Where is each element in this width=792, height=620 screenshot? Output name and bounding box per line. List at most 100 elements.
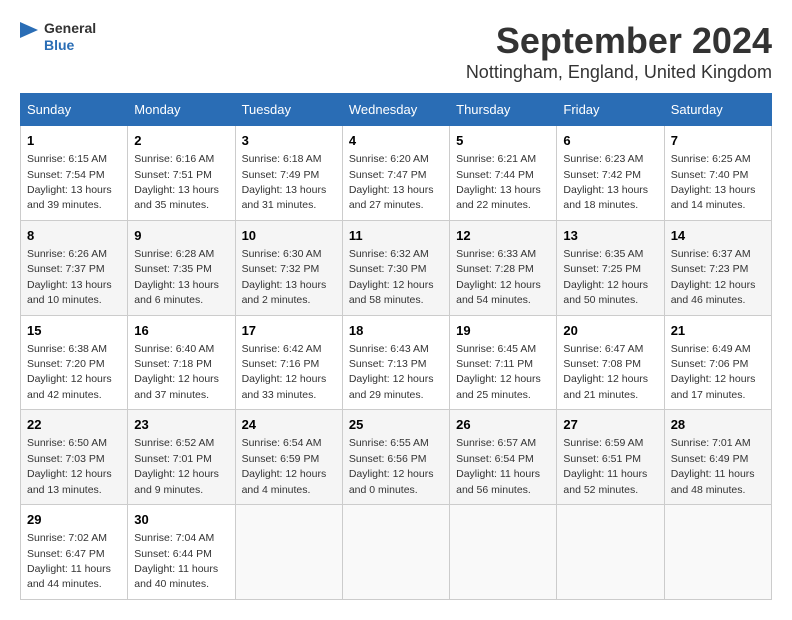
calendar-day-cell: 20 Sunrise: 6:47 AMSunset: 7:08 PMDaylig… — [557, 315, 664, 410]
calendar-day-cell: 7 Sunrise: 6:25 AMSunset: 7:40 PMDayligh… — [664, 126, 771, 221]
calendar-day-cell: 2 Sunrise: 6:16 AMSunset: 7:51 PMDayligh… — [128, 126, 235, 221]
logo-container: General Blue — [20, 20, 96, 54]
calendar-day-cell: 4 Sunrise: 6:20 AMSunset: 7:47 PMDayligh… — [342, 126, 449, 221]
calendar-day-cell — [342, 505, 449, 600]
sunrise-text: Sunrise: 6:30 AMSunset: 7:32 PMDaylight:… — [242, 248, 327, 306]
sunrise-text: Sunrise: 6:54 AMSunset: 6:59 PMDaylight:… — [242, 437, 327, 495]
weekday-header-row: SundayMondayTuesdayWednesdayThursdayFrid… — [21, 94, 772, 126]
weekday-header: Monday — [128, 94, 235, 126]
day-number: 23 — [134, 416, 228, 434]
day-number: 16 — [134, 322, 228, 340]
calendar-day-cell: 6 Sunrise: 6:23 AMSunset: 7:42 PMDayligh… — [557, 126, 664, 221]
day-number: 6 — [563, 132, 657, 150]
day-number: 19 — [456, 322, 550, 340]
calendar-day-cell: 14 Sunrise: 6:37 AMSunset: 7:23 PMDaylig… — [664, 220, 771, 315]
sunrise-text: Sunrise: 6:23 AMSunset: 7:42 PMDaylight:… — [563, 153, 648, 211]
sunrise-text: Sunrise: 6:45 AMSunset: 7:11 PMDaylight:… — [456, 343, 541, 401]
calendar-day-cell — [235, 505, 342, 600]
calendar-day-cell: 25 Sunrise: 6:55 AMSunset: 6:56 PMDaylig… — [342, 410, 449, 505]
day-number: 1 — [27, 132, 121, 150]
weekday-header: Sunday — [21, 94, 128, 126]
calendar-week-row: 15 Sunrise: 6:38 AMSunset: 7:20 PMDaylig… — [21, 315, 772, 410]
weekday-header: Saturday — [664, 94, 771, 126]
day-number: 27 — [563, 416, 657, 434]
calendar-day-cell: 24 Sunrise: 6:54 AMSunset: 6:59 PMDaylig… — [235, 410, 342, 505]
calendar-week-row: 8 Sunrise: 6:26 AMSunset: 7:37 PMDayligh… — [21, 220, 772, 315]
sunrise-text: Sunrise: 6:21 AMSunset: 7:44 PMDaylight:… — [456, 153, 541, 211]
day-number: 25 — [349, 416, 443, 434]
day-number: 30 — [134, 511, 228, 529]
day-number: 8 — [27, 227, 121, 245]
sunrise-text: Sunrise: 6:25 AMSunset: 7:40 PMDaylight:… — [671, 153, 756, 211]
logo-blue: Blue — [44, 37, 96, 54]
calendar-day-cell: 29 Sunrise: 7:02 AMSunset: 6:47 PMDaylig… — [21, 505, 128, 600]
calendar-week-row: 22 Sunrise: 6:50 AMSunset: 7:03 PMDaylig… — [21, 410, 772, 505]
day-number: 7 — [671, 132, 765, 150]
day-number: 14 — [671, 227, 765, 245]
calendar-day-cell: 30 Sunrise: 7:04 AMSunset: 6:44 PMDaylig… — [128, 505, 235, 600]
day-number: 2 — [134, 132, 228, 150]
sunrise-text: Sunrise: 7:02 AMSunset: 6:47 PMDaylight:… — [27, 532, 111, 590]
calendar-day-cell: 16 Sunrise: 6:40 AMSunset: 7:18 PMDaylig… — [128, 315, 235, 410]
calendar-subtitle: Nottingham, England, United Kingdom — [466, 62, 772, 83]
sunrise-text: Sunrise: 6:28 AMSunset: 7:35 PMDaylight:… — [134, 248, 219, 306]
sunrise-text: Sunrise: 6:32 AMSunset: 7:30 PMDaylight:… — [349, 248, 434, 306]
sunrise-text: Sunrise: 6:57 AMSunset: 6:54 PMDaylight:… — [456, 437, 540, 495]
sunrise-text: Sunrise: 6:38 AMSunset: 7:20 PMDaylight:… — [27, 343, 112, 401]
calendar-day-cell: 27 Sunrise: 6:59 AMSunset: 6:51 PMDaylig… — [557, 410, 664, 505]
calendar-day-cell: 3 Sunrise: 6:18 AMSunset: 7:49 PMDayligh… — [235, 126, 342, 221]
sunrise-text: Sunrise: 6:35 AMSunset: 7:25 PMDaylight:… — [563, 248, 648, 306]
day-number: 17 — [242, 322, 336, 340]
day-number: 18 — [349, 322, 443, 340]
page-header: General Blue September 2024 Nottingham, … — [20, 20, 772, 83]
calendar-day-cell — [450, 505, 557, 600]
weekday-header: Wednesday — [342, 94, 449, 126]
sunrise-text: Sunrise: 6:15 AMSunset: 7:54 PMDaylight:… — [27, 153, 112, 211]
calendar-day-cell: 19 Sunrise: 6:45 AMSunset: 7:11 PMDaylig… — [450, 315, 557, 410]
logo-flag-icon — [20, 22, 40, 52]
day-number: 11 — [349, 227, 443, 245]
sunrise-text: Sunrise: 6:52 AMSunset: 7:01 PMDaylight:… — [134, 437, 219, 495]
weekday-header: Tuesday — [235, 94, 342, 126]
calendar-table: SundayMondayTuesdayWednesdayThursdayFrid… — [20, 93, 772, 600]
weekday-header: Friday — [557, 94, 664, 126]
day-number: 10 — [242, 227, 336, 245]
sunrise-text: Sunrise: 7:04 AMSunset: 6:44 PMDaylight:… — [134, 532, 218, 590]
calendar-day-cell: 26 Sunrise: 6:57 AMSunset: 6:54 PMDaylig… — [450, 410, 557, 505]
calendar-day-cell: 12 Sunrise: 6:33 AMSunset: 7:28 PMDaylig… — [450, 220, 557, 315]
sunrise-text: Sunrise: 7:01 AMSunset: 6:49 PMDaylight:… — [671, 437, 755, 495]
calendar-day-cell: 1 Sunrise: 6:15 AMSunset: 7:54 PMDayligh… — [21, 126, 128, 221]
logo-text: General Blue — [44, 20, 96, 54]
sunrise-text: Sunrise: 6:50 AMSunset: 7:03 PMDaylight:… — [27, 437, 112, 495]
calendar-day-cell: 28 Sunrise: 7:01 AMSunset: 6:49 PMDaylig… — [664, 410, 771, 505]
calendar-day-cell: 8 Sunrise: 6:26 AMSunset: 7:37 PMDayligh… — [21, 220, 128, 315]
sunrise-text: Sunrise: 6:33 AMSunset: 7:28 PMDaylight:… — [456, 248, 541, 306]
calendar-day-cell: 23 Sunrise: 6:52 AMSunset: 7:01 PMDaylig… — [128, 410, 235, 505]
sunrise-text: Sunrise: 6:20 AMSunset: 7:47 PMDaylight:… — [349, 153, 434, 211]
calendar-title: September 2024 — [466, 20, 772, 62]
day-number: 29 — [27, 511, 121, 529]
calendar-day-cell: 9 Sunrise: 6:28 AMSunset: 7:35 PMDayligh… — [128, 220, 235, 315]
day-number: 15 — [27, 322, 121, 340]
logo: General Blue — [20, 20, 96, 54]
sunrise-text: Sunrise: 6:16 AMSunset: 7:51 PMDaylight:… — [134, 153, 219, 211]
day-number: 9 — [134, 227, 228, 245]
calendar-week-row: 1 Sunrise: 6:15 AMSunset: 7:54 PMDayligh… — [21, 126, 772, 221]
day-number: 5 — [456, 132, 550, 150]
day-number: 4 — [349, 132, 443, 150]
sunrise-text: Sunrise: 6:47 AMSunset: 7:08 PMDaylight:… — [563, 343, 648, 401]
day-number: 13 — [563, 227, 657, 245]
sunrise-text: Sunrise: 6:18 AMSunset: 7:49 PMDaylight:… — [242, 153, 327, 211]
sunrise-text: Sunrise: 6:55 AMSunset: 6:56 PMDaylight:… — [349, 437, 434, 495]
day-number: 26 — [456, 416, 550, 434]
day-number: 28 — [671, 416, 765, 434]
calendar-day-cell: 15 Sunrise: 6:38 AMSunset: 7:20 PMDaylig… — [21, 315, 128, 410]
calendar-day-cell: 21 Sunrise: 6:49 AMSunset: 7:06 PMDaylig… — [664, 315, 771, 410]
sunrise-text: Sunrise: 6:37 AMSunset: 7:23 PMDaylight:… — [671, 248, 756, 306]
calendar-day-cell: 5 Sunrise: 6:21 AMSunset: 7:44 PMDayligh… — [450, 126, 557, 221]
day-number: 12 — [456, 227, 550, 245]
calendar-day-cell: 22 Sunrise: 6:50 AMSunset: 7:03 PMDaylig… — [21, 410, 128, 505]
sunrise-text: Sunrise: 6:49 AMSunset: 7:06 PMDaylight:… — [671, 343, 756, 401]
calendar-day-cell: 17 Sunrise: 6:42 AMSunset: 7:16 PMDaylig… — [235, 315, 342, 410]
day-number: 20 — [563, 322, 657, 340]
